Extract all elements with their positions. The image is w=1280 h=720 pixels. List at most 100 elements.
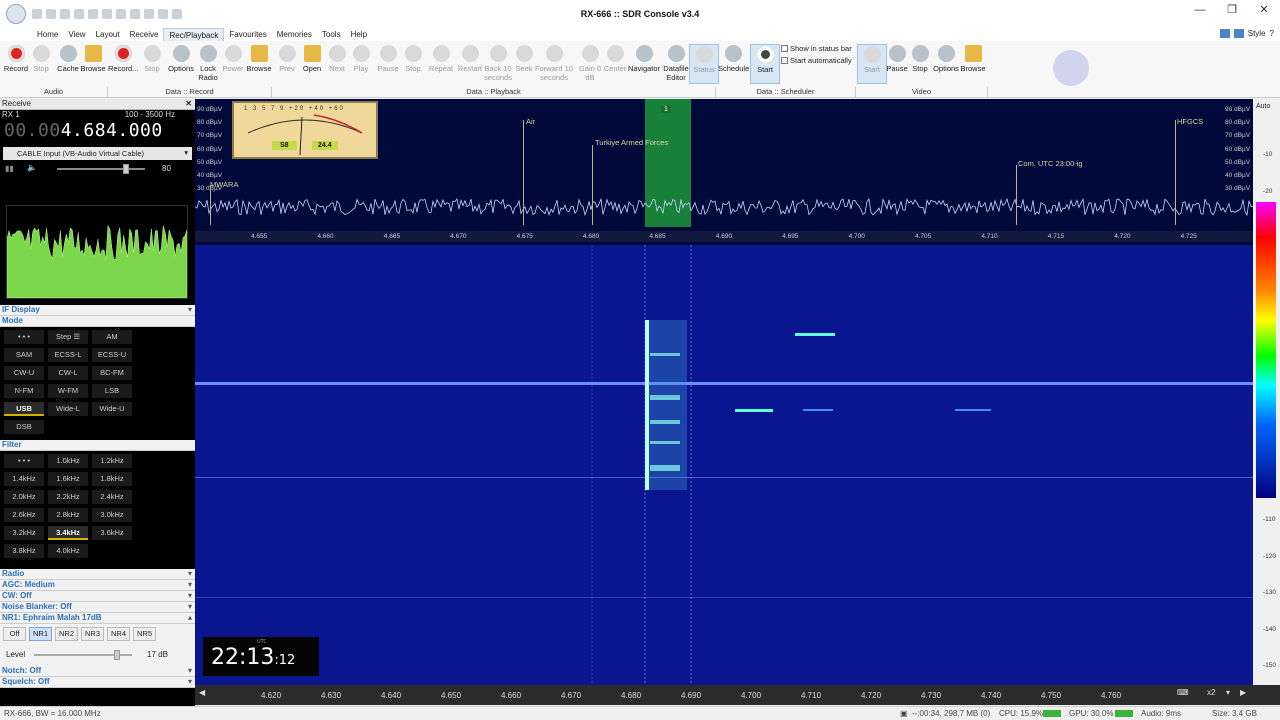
waterfall-display[interactable] — [195, 245, 1253, 685]
filter-button[interactable]: 3.8kHz — [4, 544, 44, 558]
forward-10-button[interactable]: Forward 10 seconds — [534, 44, 574, 84]
nr5-button[interactable]: NR5 — [133, 627, 156, 641]
close-button[interactable]: ✕ — [1248, 0, 1280, 22]
mode-button[interactable]: W-FM — [48, 384, 88, 398]
nr-off-button[interactable]: Off — [3, 627, 26, 641]
status-button[interactable]: Status — [689, 44, 719, 84]
radio-section[interactable]: Radio ▾ — [0, 569, 195, 580]
mode-button[interactable]: SAM — [4, 348, 44, 362]
filter-button[interactable]: 4.0kHz — [48, 544, 88, 558]
volume-knob[interactable] — [123, 164, 129, 174]
filter-button[interactable]: 3.2kHz — [4, 526, 44, 540]
spectrum-frequency-axis[interactable]: 4.655 4.660 4.665 4.670 4.675 4.680 4.685 4.690… — [195, 231, 1253, 242]
filter-section[interactable]: Filter — [0, 440, 195, 451]
video-browse-button[interactable]: Browse — [958, 44, 988, 84]
audio-browse-button[interactable]: Browse — [78, 44, 108, 84]
noise-blanker-section[interactable]: Noise Blanker: Off ▾ — [0, 602, 195, 613]
keyboard-icon[interactable]: ⌨ — [1177, 688, 1189, 697]
level-slider[interactable] — [34, 650, 132, 660]
play-button[interactable]: Play — [346, 44, 376, 84]
level-knob[interactable] — [114, 650, 120, 660]
mode-button[interactable]: USB — [4, 402, 44, 416]
mode-button[interactable]: ECSS-L — [48, 348, 88, 362]
filter-button[interactable]: 2.2kHz — [48, 490, 88, 504]
app-logo-icon[interactable] — [6, 4, 26, 24]
mode-button[interactable]: ECSS-U — [92, 348, 132, 362]
agc-section[interactable]: AGC: Medium ▾ — [0, 580, 195, 591]
overview-frequency-axis[interactable]: ◀ ⌨ x2 ▾ ▶ 4.620 4.630 4.640 4.650 4.660 4.67… — [195, 685, 1280, 705]
squelch-section[interactable]: Squelch: Off ▾ — [0, 677, 195, 688]
grid-icon[interactable] — [158, 9, 168, 19]
mode-button[interactable]: • • • — [4, 330, 44, 344]
menu-tools[interactable]: Tools — [317, 28, 346, 41]
mode-button[interactable]: AM — [92, 330, 132, 344]
zoom-select[interactable]: x2 — [1207, 688, 1215, 697]
square-icon[interactable] — [74, 9, 84, 19]
auto-button[interactable]: Auto — [1256, 103, 1270, 110]
volume-slider[interactable] — [57, 164, 145, 174]
filter-button[interactable]: 3.6kHz — [92, 526, 132, 540]
filter-button[interactable]: 3.4kHz — [48, 526, 88, 540]
filter-button[interactable]: 2.4kHz — [92, 490, 132, 504]
undo-icon[interactable] — [172, 9, 182, 19]
home-icon[interactable] — [32, 9, 42, 19]
layout-icon[interactable] — [1219, 29, 1230, 38]
marker-mwara[interactable]: MWARA — [210, 180, 238, 189]
speaker-icon[interactable]: 🔈 — [27, 163, 37, 172]
marker-hfgcs[interactable]: HFGCS — [1177, 117, 1203, 126]
checkbox-box[interactable] — [781, 45, 788, 52]
data-stop-button[interactable]: Stop — [137, 44, 167, 84]
data-browse-button[interactable]: Browse — [244, 44, 274, 84]
notch-section[interactable]: Notch: Off ▾ — [0, 666, 195, 677]
video-options-button[interactable]: Options — [931, 44, 961, 84]
menu-help[interactable]: Help — [346, 28, 372, 41]
filter-button[interactable]: 1.4kHz — [4, 472, 44, 486]
mode-button[interactable]: DSB — [4, 420, 44, 434]
data-record-button[interactable]: Record... — [108, 44, 138, 84]
scheduler-start-button[interactable]: Start — [750, 44, 780, 84]
marker-turkiye[interactable]: Turkiye Armed Forces — [595, 138, 668, 147]
folder-icon[interactable] — [60, 9, 70, 19]
mode-button[interactable]: Step ☰ — [48, 330, 88, 344]
nr1-button[interactable]: NR1 — [29, 627, 52, 641]
color-scale-bar[interactable] — [1256, 202, 1276, 498]
minimize-button[interactable]: — — [1184, 0, 1216, 22]
repeat-button[interactable]: Repeat — [426, 44, 456, 84]
audio-input-select[interactable]: CABLE Input (VB-Audio Virtual Cable) — [3, 147, 192, 160]
mode-button[interactable]: N-FM — [4, 384, 44, 398]
filter-button[interactable]: 1.0kHz — [48, 454, 88, 468]
users-icon[interactable] — [46, 9, 56, 19]
help-icon[interactable]: ? — [1270, 29, 1274, 38]
mode-button[interactable]: BC-FM — [92, 366, 132, 380]
menu-rec-playback[interactable]: Rec/Playback — [163, 28, 225, 41]
chevron-down-icon[interactable]: ▾ — [1226, 688, 1230, 697]
mode-button[interactable]: CW-U — [4, 366, 44, 380]
filter-button[interactable]: • • • — [4, 454, 44, 468]
filter-button[interactable]: 2.0kHz — [4, 490, 44, 504]
audio-stop-button[interactable]: Stop — [26, 44, 56, 84]
lock-icon[interactable] — [130, 9, 140, 19]
nr1-section[interactable]: NR1: Ephraim Malah 17dB ▴ — [0, 613, 195, 624]
mode-button[interactable]: LSB — [92, 384, 132, 398]
monitor-icon[interactable] — [1233, 29, 1244, 38]
schedule-button[interactable]: Schedule — [718, 44, 749, 84]
show-in-status-bar-checkbox[interactable]: Show in status bar — [781, 44, 852, 53]
menu-favourites[interactable]: Favourites — [224, 28, 271, 41]
menu-layout[interactable]: Layout — [91, 28, 125, 41]
stop-icon[interactable] — [88, 9, 98, 19]
menu-home[interactable]: Home — [32, 28, 63, 41]
scroll-left-icon[interactable]: ◀ — [199, 688, 205, 697]
star-icon[interactable] — [116, 9, 126, 19]
record-icon[interactable] — [102, 9, 112, 19]
marker-com-utc[interactable]: Com. UTC 23:00-ig — [1018, 159, 1083, 168]
menu-receive[interactable]: Receive — [125, 28, 164, 41]
start-automatically-checkbox[interactable]: Start automatically — [781, 56, 852, 65]
marker-air[interactable]: Air — [526, 117, 535, 126]
filter-button[interactable]: 1.2kHz — [92, 454, 132, 468]
playback-stop-button[interactable]: Stop — [398, 44, 428, 84]
mode-button[interactable]: Wide-U — [92, 402, 132, 416]
center-button[interactable]: Center — [600, 44, 630, 84]
data-options-button[interactable]: Options — [166, 44, 196, 84]
nr4-button[interactable]: NR4 — [107, 627, 130, 641]
style-menu[interactable]: Style — [1248, 29, 1266, 38]
